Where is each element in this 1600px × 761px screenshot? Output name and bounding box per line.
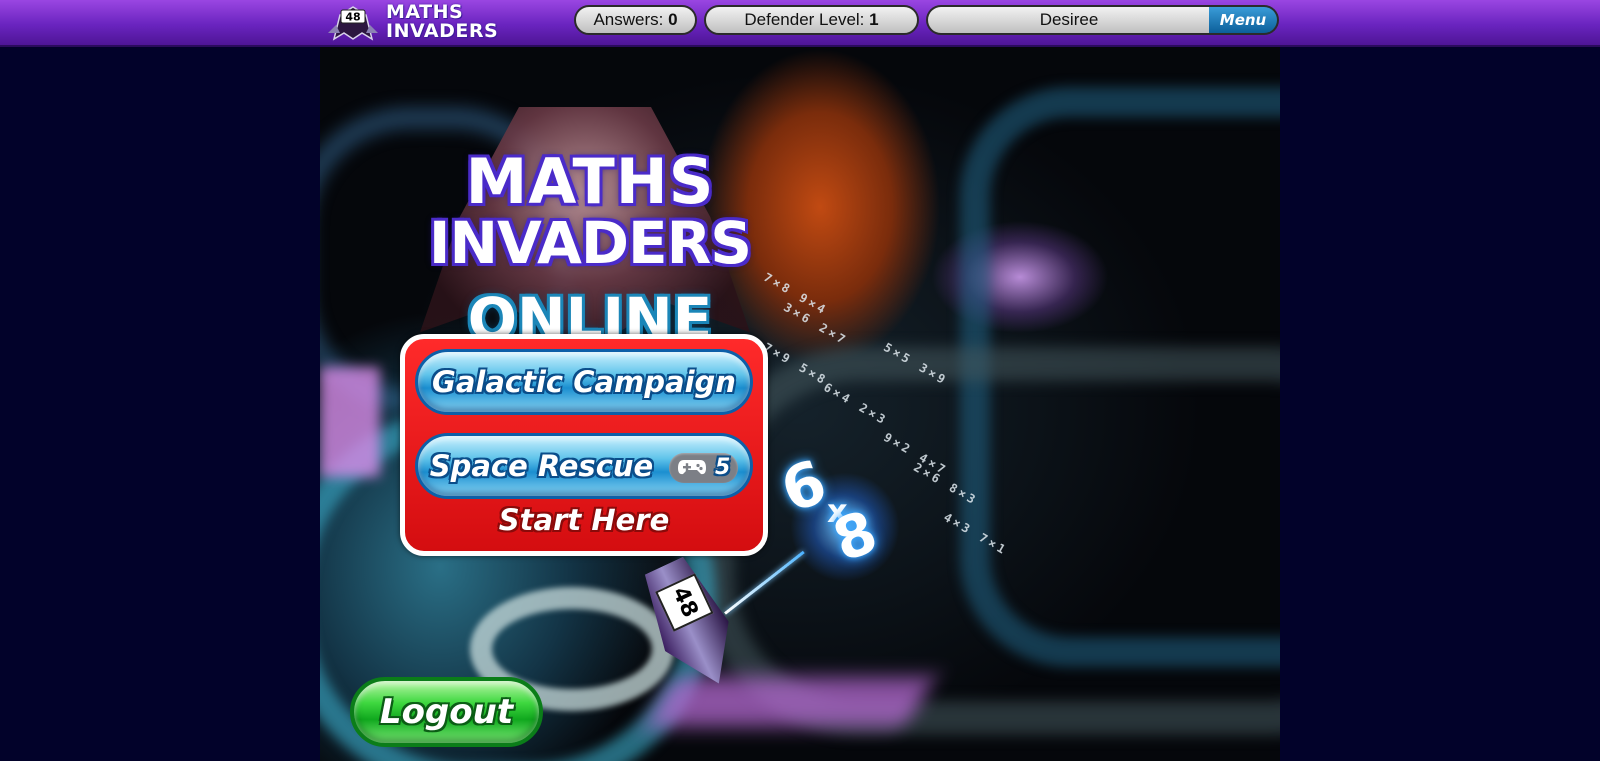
username-display: Desiree bbox=[926, 5, 1210, 35]
space-rescue-badge: 5 bbox=[669, 453, 739, 483]
galactic-campaign-label: Galactic Campaign bbox=[432, 365, 736, 399]
maths-invaders-logo: MATHS INVADERS ONLINE bbox=[410, 87, 770, 357]
answers-value: 0 bbox=[668, 10, 678, 29]
answers-label: Answers: bbox=[593, 10, 664, 29]
logo-title-line2: INVADERS bbox=[428, 209, 752, 277]
header-logo-line2: INVADERS bbox=[386, 20, 499, 42]
invader-badge-icon: 48 bbox=[328, 6, 378, 41]
space-rescue-count: 5 bbox=[714, 455, 731, 480]
logo-title-line1: MATHS bbox=[465, 145, 715, 218]
badge-number: 48 bbox=[345, 11, 360, 24]
gamepad-icon bbox=[678, 460, 707, 475]
defender-level: Defender Level: 1 bbox=[704, 5, 919, 35]
space-rescue-label: Space Rescue bbox=[429, 449, 654, 483]
multiplication-question: 6 x 8 bbox=[772, 447, 900, 602]
galactic-campaign-button[interactable]: Galactic Campaign bbox=[415, 349, 753, 415]
defender-level-label: Defender Level: bbox=[744, 10, 865, 29]
header-logo[interactable]: 48 MATHS INVADERS bbox=[326, 2, 498, 42]
start-here-label: Start Here bbox=[498, 503, 670, 537]
answers-counter: Answers: 0 bbox=[574, 5, 697, 35]
top-bar: 48 MATHS INVADERS Answers: 0 Defender Le… bbox=[0, 0, 1600, 47]
game-menu-panel: Galactic Campaign Space Rescue 5 Start H… bbox=[400, 334, 768, 556]
game-stage: 7×8 9×4 3×6 2×7 7×9 5×8 6×4 2×3 9×2 4×7 … bbox=[320, 47, 1280, 761]
defender-level-value: 1 bbox=[869, 10, 879, 29]
space-rescue-button[interactable]: Space Rescue 5 bbox=[415, 433, 753, 499]
menu-button[interactable]: Menu bbox=[1209, 5, 1279, 35]
background-glow bbox=[320, 367, 380, 477]
logout-button[interactable]: Logout bbox=[350, 677, 543, 747]
